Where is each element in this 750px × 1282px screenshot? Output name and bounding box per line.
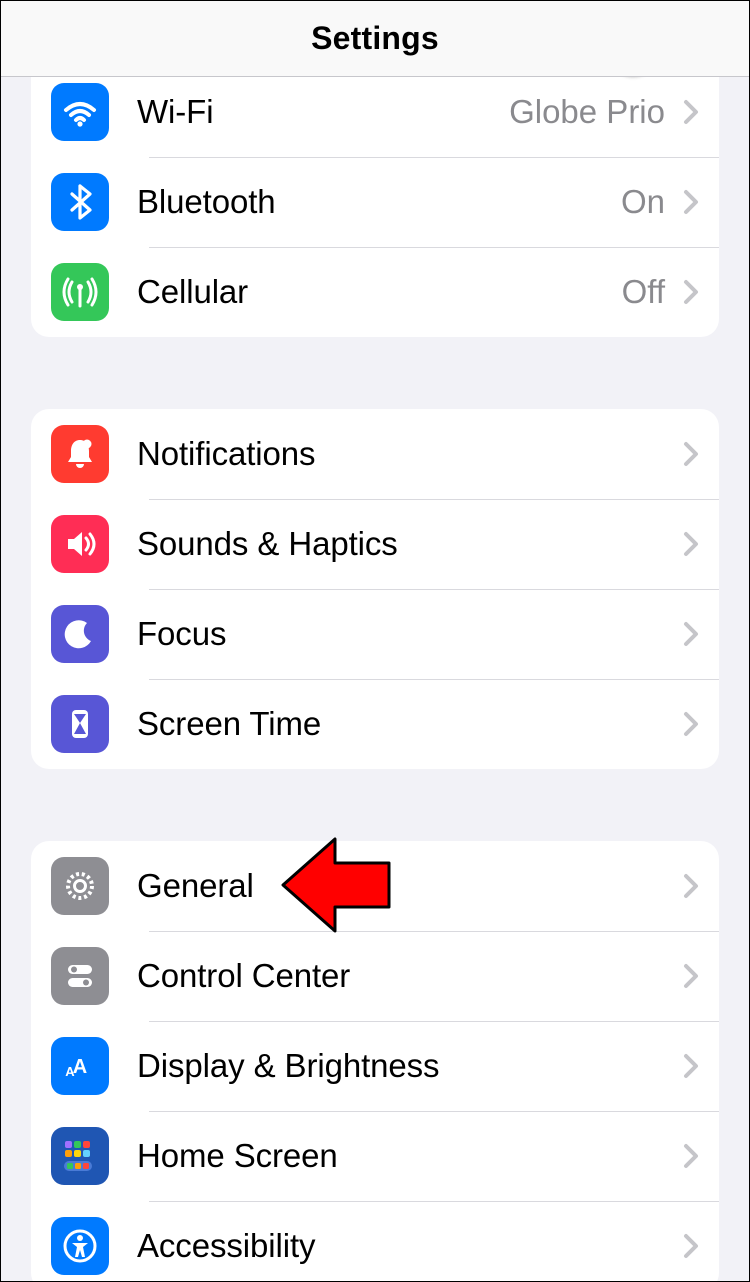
row-wifi[interactable]: Wi-Fi Globe Prio	[31, 77, 719, 157]
row-sounds-haptics[interactable]: Sounds & Haptics	[31, 499, 719, 589]
row-focus[interactable]: Focus	[31, 589, 719, 679]
accessibility-icon	[51, 1217, 109, 1275]
row-label: Accessibility	[137, 1227, 675, 1265]
chevron-right-icon	[683, 873, 699, 899]
row-notifications[interactable]: Notifications	[31, 409, 719, 499]
row-control-center[interactable]: Control Center	[31, 931, 719, 1021]
settings-scroll[interactable]: Wi-Fi Globe Prio Bluetooth On Cellular O…	[1, 77, 749, 1281]
chevron-right-icon	[683, 99, 699, 125]
cellular-icon	[51, 263, 109, 321]
focus-icon	[51, 605, 109, 663]
row-label: Wi-Fi	[137, 93, 509, 131]
chevron-right-icon	[683, 189, 699, 215]
row-cellular[interactable]: Cellular Off	[31, 247, 719, 337]
svg-text:A: A	[65, 1064, 75, 1079]
notifications-icon	[51, 425, 109, 483]
row-screen-time[interactable]: Screen Time	[31, 679, 719, 769]
home-screen-icon	[51, 1127, 109, 1185]
row-label: Cellular	[137, 273, 622, 311]
row-accessibility[interactable]: Accessibility	[31, 1201, 719, 1281]
chevron-right-icon	[683, 531, 699, 557]
general-icon	[51, 857, 109, 915]
row-label: Home Screen	[137, 1137, 675, 1175]
chevron-right-icon	[683, 1233, 699, 1259]
screen-time-icon	[51, 695, 109, 753]
chevron-right-icon	[683, 711, 699, 737]
row-label: Bluetooth	[137, 183, 621, 221]
control-center-icon	[51, 947, 109, 1005]
chevron-right-icon	[683, 279, 699, 305]
row-label: Focus	[137, 615, 675, 653]
sounds-icon	[51, 515, 109, 573]
display-brightness-icon: AA	[51, 1037, 109, 1095]
row-value: Globe Prio	[509, 93, 665, 131]
chevron-right-icon	[683, 963, 699, 989]
row-label: General	[137, 867, 675, 905]
row-value: On	[621, 183, 665, 221]
chevron-right-icon	[683, 441, 699, 467]
row-label: Sounds & Haptics	[137, 525, 675, 563]
row-label: Notifications	[137, 435, 675, 473]
group-connectivity: Wi-Fi Globe Prio Bluetooth On Cellular O…	[31, 77, 719, 337]
row-label: Display & Brightness	[137, 1047, 675, 1085]
row-general[interactable]: General	[31, 841, 719, 931]
wifi-icon	[51, 83, 109, 141]
bluetooth-icon	[51, 173, 109, 231]
chevron-right-icon	[683, 621, 699, 647]
group-alerts: Notifications Sounds & Haptics Focus Scr…	[31, 409, 719, 769]
svg-text:A: A	[73, 1056, 87, 1078]
page-title: Settings	[311, 20, 439, 57]
row-label: Control Center	[137, 957, 675, 995]
row-display-brightness[interactable]: AA Display & Brightness	[31, 1021, 719, 1111]
row-home-screen[interactable]: Home Screen	[31, 1111, 719, 1201]
row-label: Screen Time	[137, 705, 675, 743]
header: Settings	[1, 1, 749, 77]
chevron-right-icon	[683, 1143, 699, 1169]
chevron-right-icon	[683, 1053, 699, 1079]
row-value: Off	[622, 273, 665, 311]
row-bluetooth[interactable]: Bluetooth On	[31, 157, 719, 247]
group-system: General Control Center AA Display & Brig…	[31, 841, 719, 1281]
